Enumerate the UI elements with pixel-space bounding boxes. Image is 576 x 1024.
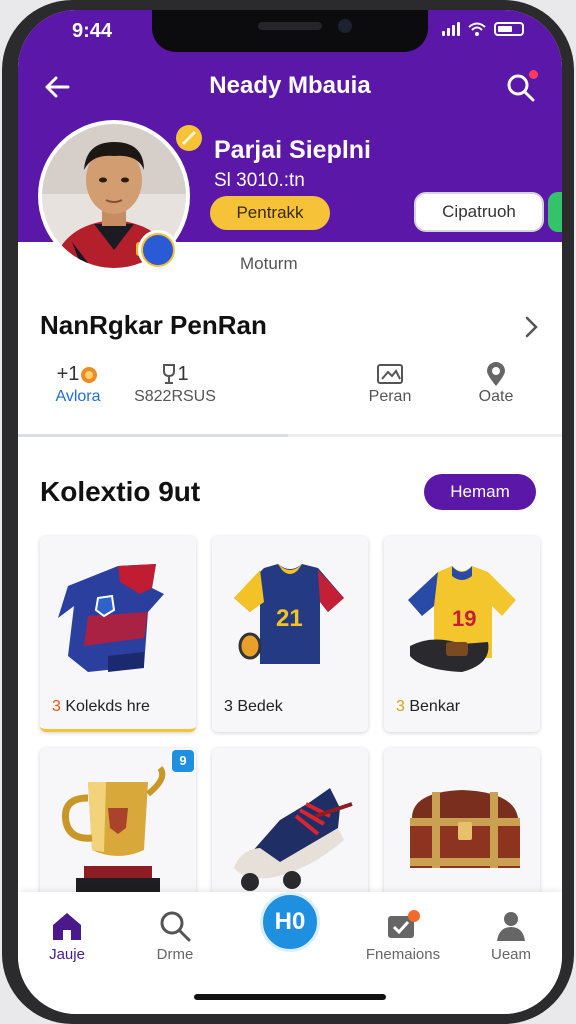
- battery-icon: [494, 22, 524, 36]
- tab-profile[interactable]: Ueam: [466, 906, 556, 963]
- collection-card-chest[interactable]: [384, 748, 540, 908]
- stat-oate[interactable]: Oate: [458, 360, 534, 406]
- status-time: 9:44: [72, 20, 113, 42]
- tab-search[interactable]: Drme: [130, 906, 220, 963]
- home-indicator: [194, 994, 386, 1000]
- gold-trophy: [61, 766, 166, 898]
- stat-label: Avlora: [55, 388, 101, 405]
- signal-icon: [442, 22, 460, 36]
- stat-label: Peran: [368, 388, 412, 405]
- notch: [152, 10, 428, 52]
- phone-frame: 9:44 Neady Mbauia Parjai Sieplni Sl 3010…: [2, 0, 574, 1024]
- collection-card-jersey-19[interactable]: 19 3 Benkar: [384, 536, 540, 732]
- message-icon: [358, 906, 448, 946]
- card-count: 3: [52, 698, 61, 715]
- card-caption: 3 Bedek: [224, 698, 283, 716]
- tab-label: Ueam: [490, 946, 531, 963]
- green-side-tab[interactable]: [548, 192, 562, 232]
- kit-red-blue: [58, 564, 164, 672]
- player-subtitle: Sl 3010.:tn: [214, 170, 305, 191]
- player-name: Parjai Sieplni: [214, 136, 372, 164]
- tab-messages[interactable]: Fnemaions: [358, 906, 448, 963]
- collection-button[interactable]: Hemam: [424, 474, 536, 510]
- treasure-chest: [410, 790, 520, 868]
- page-title: Neady Mbauia: [209, 72, 371, 99]
- stat-label: Oate: [478, 388, 514, 405]
- collection-card-jersey-21[interactable]: 21 3 Bedek: [212, 536, 368, 732]
- stat-label: S822RSUS: [134, 388, 216, 405]
- card-count: 3: [396, 698, 405, 715]
- wifi-icon: [468, 22, 486, 36]
- jersey-21: 21: [234, 564, 344, 664]
- collection-card-sneaker[interactable]: [212, 748, 368, 908]
- sneaker: [234, 788, 353, 891]
- image-icon: [352, 360, 428, 388]
- card-count: 3: [224, 698, 233, 715]
- tab-label: Drme: [156, 946, 194, 963]
- section-divider-highlight: [18, 434, 288, 437]
- collection-card-trophy[interactable]: [40, 748, 196, 908]
- jersey-yellow-19: 19: [408, 566, 516, 672]
- jersey-number: 21: [276, 605, 303, 632]
- card-caption: 3 Kolekds hre: [52, 698, 150, 716]
- motion-label: Moturm: [240, 254, 298, 273]
- primary-action-button[interactable]: Pentrakk: [210, 196, 330, 230]
- collection-title: Kolextio 9ut: [40, 476, 201, 507]
- stat-peran[interactable]: Peran: [352, 360, 428, 406]
- status-icons: [442, 22, 524, 36]
- stat-s822rsus[interactable]: 1 S822RSUS: [130, 360, 220, 406]
- card-caption-text: Bedek: [237, 698, 283, 715]
- center-action-button[interactable]: H0: [260, 892, 320, 952]
- notification-dot: [529, 70, 538, 79]
- trophy-icon: 1: [130, 360, 220, 388]
- count-badge: 9: [172, 750, 194, 772]
- badge-icon: +1: [38, 360, 118, 388]
- pin-icon: [458, 360, 534, 388]
- tab-label: Jauje: [49, 946, 85, 963]
- card-caption-text: Kolekds hre: [65, 698, 150, 715]
- club-badge-icon: [138, 230, 178, 270]
- user-icon: [466, 906, 556, 946]
- tab-label: Fnemaions: [365, 946, 441, 963]
- jersey-number: 19: [452, 606, 476, 631]
- lightbulb-icon: [176, 125, 202, 151]
- stat-avlora[interactable]: +1 Avlora: [38, 360, 118, 406]
- card-caption: 3 Benkar: [396, 698, 460, 716]
- card-caption-text: Benkar: [409, 698, 461, 715]
- home-icon: [22, 906, 112, 946]
- stat-value: 1: [177, 362, 189, 385]
- search-button[interactable]: [504, 70, 538, 104]
- chevron-right-icon[interactable]: [520, 314, 542, 340]
- rank-section-title[interactable]: NanRgkar PenRan: [40, 310, 267, 341]
- collection-card-kit[interactable]: 3 Kolekds hre: [40, 536, 196, 732]
- search-icon: [130, 906, 220, 946]
- tab-home[interactable]: Jauje: [22, 906, 112, 963]
- stat-value: +1: [56, 362, 80, 385]
- screen: 9:44 Neady Mbauia Parjai Sieplni Sl 3010…: [18, 10, 562, 1014]
- secondary-action-button[interactable]: Cipatruoh: [414, 192, 544, 232]
